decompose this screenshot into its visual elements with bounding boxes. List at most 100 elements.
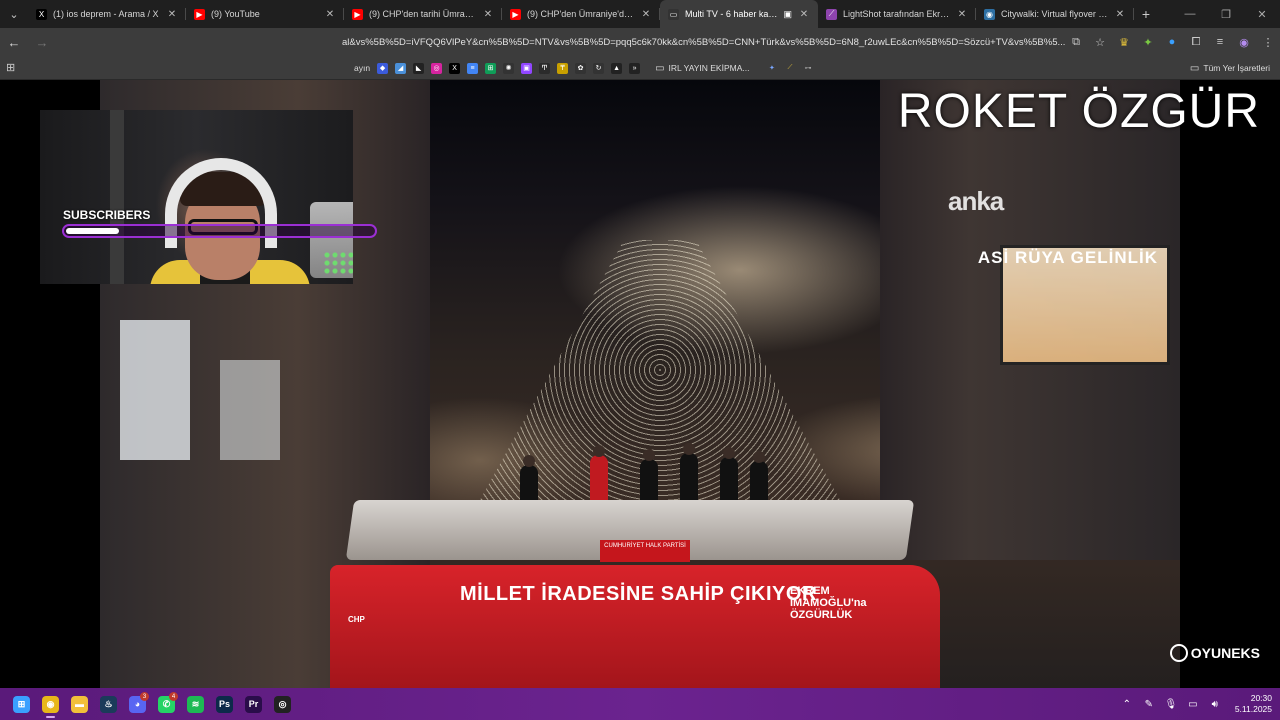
citywalki-icon: ◉ <box>984 8 995 20</box>
volume-icon[interactable]: 🔊︎ <box>1207 699 1223 710</box>
sponsor-logo-icon <box>1169 644 1188 662</box>
bookmark-12[interactable]: ✿ <box>573 60 588 76</box>
display-icon[interactable]: ▭ <box>1185 699 1201 710</box>
bookmark-8[interactable]: ✺ <box>501 60 516 76</box>
bookmark-star-icon[interactable]: ☆ <box>1088 28 1112 56</box>
media-playing-icon[interactable]: ▣ <box>783 9 792 20</box>
taskbar-app-button[interactable]: ✆ 4 <box>152 688 181 720</box>
extension-1-icon[interactable]: ♛ <box>1112 28 1136 56</box>
system-tray: ⌃ ✎ 🎙︎ ▭ 🔊︎ 20:30 5.11.2025 <box>1119 688 1272 720</box>
bookmark-folder-label: IRL YAYIN EKİPMA... <box>668 63 750 73</box>
bookmark-16[interactable]: ✦ <box>764 60 779 76</box>
close-tab-icon[interactable]: ✕ <box>640 9 652 20</box>
browser-tab[interactable]: ▶ (9) YouTube ✕ <box>186 0 344 28</box>
tab-title: Citywalki: Virtual flyover in Ista <box>1001 9 1108 19</box>
bookmark-blue-icon: ◆ <box>377 62 389 74</box>
profile-avatar[interactable]: ◉ <box>1232 28 1256 56</box>
toolbar-icons: ⧉ ☆ ♛ ✦ ● ⧠ ≡ ◉ ⋮ <box>1064 28 1280 56</box>
minimize-button[interactable]: — <box>1172 0 1208 28</box>
tab-title: (9) YouTube <box>211 9 260 19</box>
extension-2-icon[interactable]: ✦ <box>1136 28 1160 56</box>
bookmark-folder-irl[interactable]: ▭ IRL YAYIN EKİPMA... <box>653 60 751 76</box>
chevron-up-icon[interactable]: ⌃ <box>1119 699 1135 710</box>
close-window-button[interactable]: ✕ <box>1244 0 1280 28</box>
close-tab-icon[interactable]: ✕ <box>482 9 494 20</box>
browser-tab[interactable]: ⟋ LightShot tarafından Ekran Görü ✕ <box>818 0 976 28</box>
close-tab-icon[interactable]: ✕ <box>1114 9 1126 20</box>
browser-tab[interactable]: ◉ Citywalki: Virtual flyover in Ista ✕ <box>976 0 1134 28</box>
bookmark-4[interactable]: ◎ <box>429 60 444 76</box>
bus-body: CHP MİLLET İRADESİNE SAHİP ÇIKIYOR EKREM… <box>330 565 940 688</box>
taskbar-app-button[interactable]: ◕ 3 <box>123 688 152 720</box>
tab-title: Multi TV - 6 haber kanalını <box>685 9 778 19</box>
bookmark-9[interactable]: ▣ <box>519 60 534 76</box>
new-tab-button[interactable]: + <box>1134 6 1158 22</box>
close-tab-icon[interactable]: ✕ <box>324 9 336 20</box>
taskbar-app-button[interactable]: ◎ <box>268 688 297 720</box>
browser-tab[interactable]: ▭ Multi TV - 6 haber kanalını ▣ ✕ <box>660 0 818 28</box>
taskbar-app-button[interactable]: ▬ <box>65 688 94 720</box>
taskbar-app-button[interactable]: Pr <box>239 688 268 720</box>
bookmark-3[interactable]: ◣ <box>411 60 426 76</box>
bookmark-5[interactable]: X <box>447 60 462 76</box>
tab-title: LightShot tarafından Ekran Görü <box>843 9 950 19</box>
browser-menu-icon[interactable]: ⋮ <box>1256 28 1280 56</box>
bookmark-2[interactable]: ◢ <box>393 60 408 76</box>
bookmark-18[interactable]: ⊶ <box>800 60 815 76</box>
bookmark-7[interactable]: ⊞ <box>483 60 498 76</box>
install-app-icon[interactable]: ⧉ <box>1064 28 1088 56</box>
bookmark-6[interactable]: ≡ <box>465 60 480 76</box>
bookmark-kick-icon: ◣ <box>413 62 425 74</box>
url-text: al&vs%5B%5D=iVFQQ6VlPeY&cn%5B%5D=NTV&vs%… <box>342 36 1066 48</box>
taskbar-app-button[interactable]: ⊞ <box>7 688 36 720</box>
bus-party-logo: CHP <box>348 615 365 624</box>
lectern-banner: CUMHURİYET HALK PARTİSİ <box>600 540 690 562</box>
youtube-icon: ▶ <box>194 8 205 20</box>
clock[interactable]: 20:30 5.11.2025 <box>1235 693 1272 715</box>
taskbar-app-button[interactable]: ≋ <box>181 688 210 720</box>
browser-tab[interactable]: X (1) ios deprem - Arama / X ✕ <box>28 0 186 28</box>
close-tab-icon[interactable]: ✕ <box>798 9 810 20</box>
reading-list-icon[interactable]: ≡ <box>1208 28 1232 56</box>
taskbar-app-button[interactable]: Ps <box>210 688 239 720</box>
extensions-icon[interactable]: ⧠ <box>1184 28 1208 56</box>
browser-tab-strip: ⌄ X (1) ios deprem - Arama / X ✕ ▶ (9) YouTu… <box>0 0 1280 28</box>
close-tab-icon[interactable]: ✕ <box>166 9 178 20</box>
openai-icon: ✺ <box>503 62 515 74</box>
taskbar-app-button[interactable]: ◉ <box>36 688 65 720</box>
all-bookmarks-button[interactable]: ▭ Tüm Yer İşaretleri <box>1190 56 1270 80</box>
bookmark-13[interactable]: ↻ <box>591 60 606 76</box>
bookmark-15[interactable]: » <box>627 60 642 76</box>
donation-coins <box>323 251 353 275</box>
subscribers-label: SUBSCRIBERS <box>63 208 151 222</box>
terminal-icon: » <box>629 62 641 74</box>
close-tab-icon[interactable]: ✕ <box>956 9 968 20</box>
x-logo-icon: X <box>449 62 461 74</box>
bookmark-partial[interactable]: ayın <box>352 60 372 76</box>
all-bookmarks-label: Tüm Yer İşaretleri <box>1203 63 1270 73</box>
apps-grid-icon[interactable]: ⊞ <box>6 61 15 74</box>
tab-search-button[interactable]: ⌄ <box>0 0 28 28</box>
forward-button[interactable]: → <box>28 28 56 56</box>
address-bar[interactable]: al&vs%5B%5D=iVFQQ6VlPeY&cn%5B%5D=NTV&vs%… <box>342 31 1074 53</box>
taskbar-app-button[interactable]: ♨ <box>94 688 123 720</box>
bookmark-17[interactable]: ⟋ <box>782 60 797 76</box>
back-button[interactable]: ← <box>0 28 28 56</box>
browser-tab[interactable]: ▶ (9) CHP'den tarihi Ümraniye mi ✕ <box>344 0 502 28</box>
bookmark-10[interactable]: Ͳ <box>537 60 552 76</box>
spotify-icon: ≋ <box>187 695 204 713</box>
bookmark-1[interactable]: ◆ <box>375 60 390 76</box>
obs-icon: ◎ <box>274 695 291 713</box>
microphone-icon[interactable]: 🎙︎ <box>1163 699 1179 710</box>
bookmark-list: ayın ◆ ◢ ◣ ◎ X ≡ ⊞ ✺ ▣ Ͳ ₸ ✿ ↻ ▲ » ▭ IRL… <box>352 56 815 80</box>
bookmark-11[interactable]: ₸ <box>555 60 570 76</box>
shop-window <box>220 360 280 460</box>
pen-icon[interactable]: ✎ <box>1141 699 1157 710</box>
photoshop-icon: Ps <box>216 695 233 713</box>
instagram-icon: ◎ <box>431 62 443 74</box>
subscribers-progress-fill <box>66 228 119 234</box>
extension-3-icon[interactable]: ● <box>1160 28 1184 56</box>
bookmark-14[interactable]: ▲ <box>609 60 624 76</box>
maximize-button[interactable]: ❐ <box>1208 0 1244 28</box>
browser-tab[interactable]: ▶ (9) CHP'den Ümraniye'de "Mille ✕ <box>502 0 660 28</box>
